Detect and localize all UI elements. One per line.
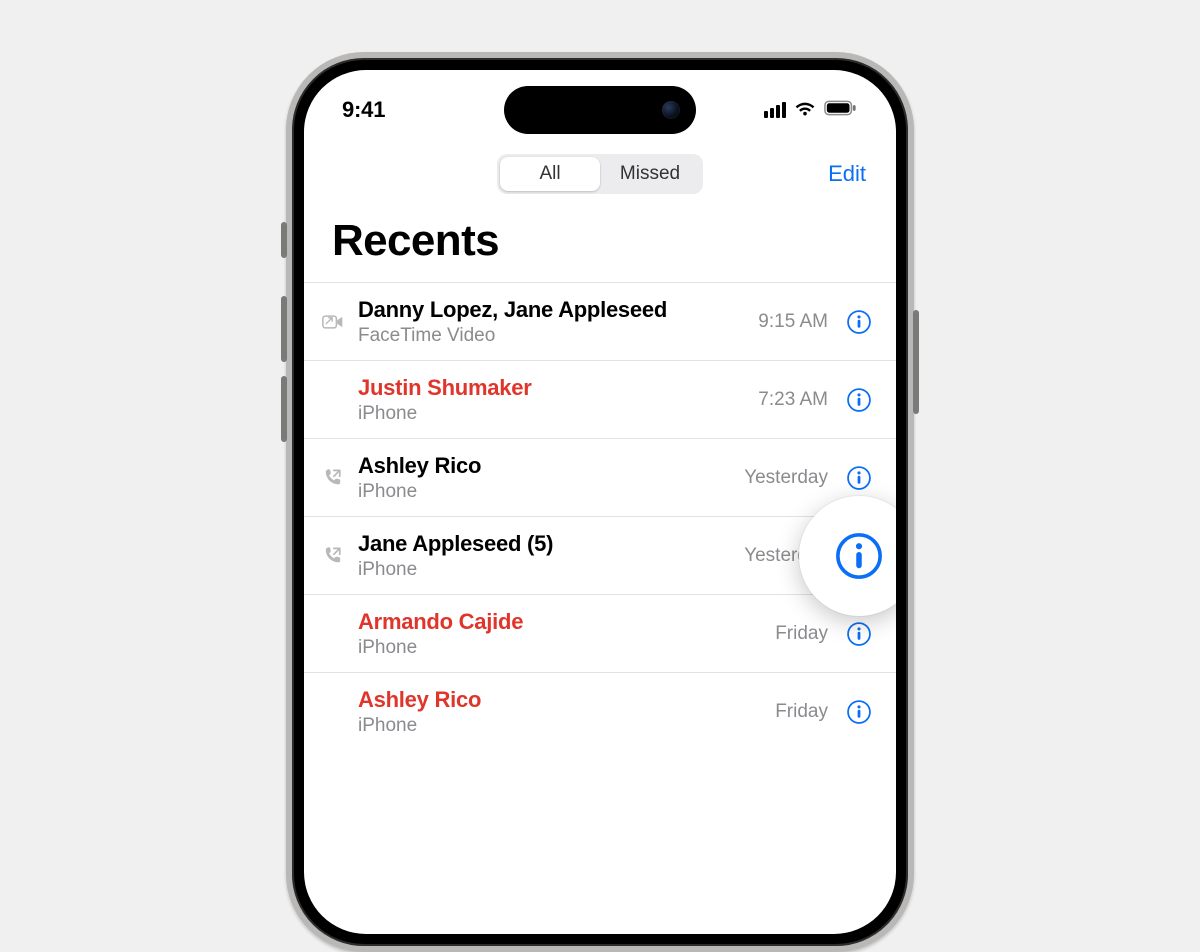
call-name: Ashley Rico [358, 453, 734, 479]
segment-missed[interactable]: Missed [600, 157, 700, 191]
facetime-outgoing-icon [318, 313, 348, 331]
volume-down-button [281, 376, 287, 442]
call-subtitle: iPhone [358, 481, 734, 503]
screen: 9:41 All Missed [304, 70, 896, 934]
phone-outgoing-icon [318, 467, 348, 489]
call-name: Armando Cajide [358, 609, 765, 635]
cellular-signal-icon [764, 102, 786, 118]
call-subtitle: iPhone [358, 715, 765, 737]
info-button[interactable] [844, 619, 874, 649]
call-subtitle: iPhone [358, 637, 765, 659]
iphone-frame: 9:41 All Missed [286, 52, 914, 952]
page-title: Recents [304, 198, 896, 282]
call-time: 7:23 AM [758, 389, 828, 411]
call-subtitle: iPhone [358, 403, 748, 425]
call-time: Yesterday [744, 467, 828, 489]
info-button[interactable] [844, 307, 874, 337]
status-time: 9:41 [342, 97, 385, 123]
recents-list[interactable]: Danny Lopez, Jane AppleseedFaceTime Vide… [304, 282, 896, 750]
recents-row[interactable]: Danny Lopez, Jane AppleseedFaceTime Vide… [304, 282, 896, 360]
call-subtitle: iPhone [358, 559, 734, 581]
call-name: Jane Appleseed (5) [358, 531, 734, 557]
call-name: Justin Shumaker [358, 375, 748, 401]
side-button [913, 310, 919, 414]
edit-button[interactable]: Edit [828, 161, 866, 187]
recents-row[interactable]: Ashley RicoiPhone Yesterday [304, 438, 896, 516]
info-button[interactable] [844, 697, 874, 727]
phone-outgoing-icon [318, 545, 348, 567]
volume-up-button [281, 296, 287, 362]
segment-all[interactable]: All [500, 157, 600, 191]
call-time: Friday [775, 701, 828, 723]
call-time: 9:15 AM [758, 311, 828, 333]
silence-switch [281, 222, 287, 258]
recents-row[interactable]: Justin ShumakeriPhone 7:23 AM [304, 360, 896, 438]
recents-row[interactable]: Armando CajideiPhone Friday [304, 594, 896, 672]
call-name: Danny Lopez, Jane Appleseed [358, 297, 748, 323]
wifi-icon [794, 97, 816, 123]
info-icon [833, 530, 885, 582]
status-bar: 9:41 [304, 88, 896, 132]
call-name: Ashley Rico [358, 687, 765, 713]
recents-row[interactable]: Ashley RicoiPhone Friday [304, 672, 896, 750]
call-subtitle: FaceTime Video [358, 325, 748, 347]
battery-icon [824, 97, 858, 123]
info-button[interactable] [844, 385, 874, 415]
info-button[interactable] [844, 463, 874, 493]
call-time: Friday [775, 623, 828, 645]
nav-bar: All Missed Edit [304, 150, 896, 198]
recents-filter-segmented[interactable]: All Missed [497, 154, 703, 194]
